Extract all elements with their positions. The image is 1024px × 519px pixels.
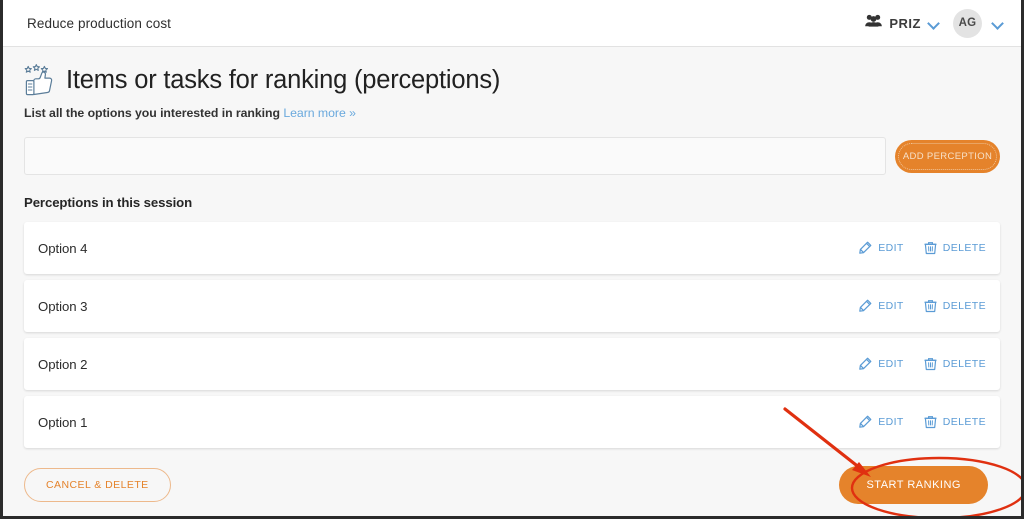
trash-icon: [924, 299, 937, 313]
learn-more-link[interactable]: Learn more »: [283, 106, 356, 120]
list-item[interactable]: Option 2 EDIT DELETE: [24, 338, 1000, 390]
list-item-label: Option 1: [38, 414, 88, 430]
page-subtitle-text: List all the options you interested in r…: [24, 106, 280, 120]
list-item-label: Option 2: [38, 356, 88, 372]
list-item-label: Option 3: [38, 298, 88, 314]
account-menu[interactable]: AG: [953, 8, 1003, 38]
delete-label: DELETE: [942, 242, 986, 254]
trash-icon: [924, 357, 937, 371]
edit-label: EDIT: [878, 242, 904, 254]
group-people-icon: [865, 14, 883, 32]
edit-button[interactable]: EDIT: [858, 357, 904, 371]
delete-button[interactable]: DELETE: [924, 357, 986, 371]
add-perception-button[interactable]: ADD PERCEPTION: [895, 139, 1000, 173]
edit-button[interactable]: EDIT: [858, 415, 904, 429]
top-bar-right: PRIZ AG: [865, 8, 1003, 38]
delete-label: DELETE: [942, 358, 986, 370]
list-item[interactable]: Option 4 EDIT DELETE: [24, 222, 1000, 274]
delete-button[interactable]: DELETE: [924, 241, 986, 255]
list-item[interactable]: Option 1 EDIT DELETE: [24, 396, 1000, 448]
footer-actions: CANCEL & DELETE START RANKING: [24, 466, 1000, 514]
org-switcher[interactable]: PRIZ: [865, 14, 939, 32]
page-subtitle: List all the options you interested in r…: [24, 106, 1000, 120]
chevron-down-icon: [992, 18, 1003, 29]
app-window: Reduce production cost PRIZ AG Items or …: [0, 0, 1024, 519]
trash-icon: [924, 415, 937, 429]
pencil-icon: [858, 357, 872, 371]
perceptions-section-label: Perceptions in this session: [24, 195, 193, 210]
page-title: Items or tasks for ranking (perceptions): [66, 65, 501, 94]
trash-icon: [924, 241, 937, 255]
edit-label: EDIT: [878, 300, 904, 312]
page-content: Items or tasks for ranking (perceptions)…: [3, 47, 1021, 514]
delete-label: DELETE: [942, 416, 986, 428]
delete-button[interactable]: DELETE: [924, 299, 986, 313]
list-item-actions: EDIT DELETE: [858, 415, 986, 429]
perception-input[interactable]: [24, 137, 886, 175]
list-item-actions: EDIT DELETE: [858, 357, 986, 371]
chevron-down-icon: [928, 18, 939, 29]
project-title: Reduce production cost: [27, 15, 172, 31]
list-item[interactable]: Option 3 EDIT DELETE: [24, 280, 1000, 332]
start-ranking-button[interactable]: START RANKING: [839, 466, 988, 504]
thumbs-up-stars-icon: [24, 63, 54, 97]
avatar: AG: [953, 8, 982, 38]
pencil-icon: [858, 299, 872, 313]
top-bar: Reduce production cost PRIZ AG: [3, 0, 1021, 47]
pencil-icon: [858, 415, 872, 429]
delete-button[interactable]: DELETE: [924, 415, 986, 429]
list-item-actions: EDIT DELETE: [858, 299, 986, 313]
perceptions-list: Option 4 EDIT DELETE Option 3 EDIT DELET…: [24, 222, 1000, 448]
cancel-and-delete-button[interactable]: CANCEL & DELETE: [24, 468, 171, 502]
edit-button[interactable]: EDIT: [858, 299, 904, 313]
page-header: Items or tasks for ranking (perceptions): [24, 63, 1000, 97]
edit-button[interactable]: EDIT: [858, 241, 904, 255]
edit-label: EDIT: [878, 416, 904, 428]
list-item-label: Option 4: [38, 240, 88, 256]
pencil-icon: [858, 241, 872, 255]
add-perception-row: ADD PERCEPTION: [24, 137, 1000, 175]
list-item-actions: EDIT DELETE: [858, 241, 986, 255]
edit-label: EDIT: [878, 358, 904, 370]
delete-label: DELETE: [942, 300, 986, 312]
org-name-label: PRIZ: [889, 15, 921, 31]
